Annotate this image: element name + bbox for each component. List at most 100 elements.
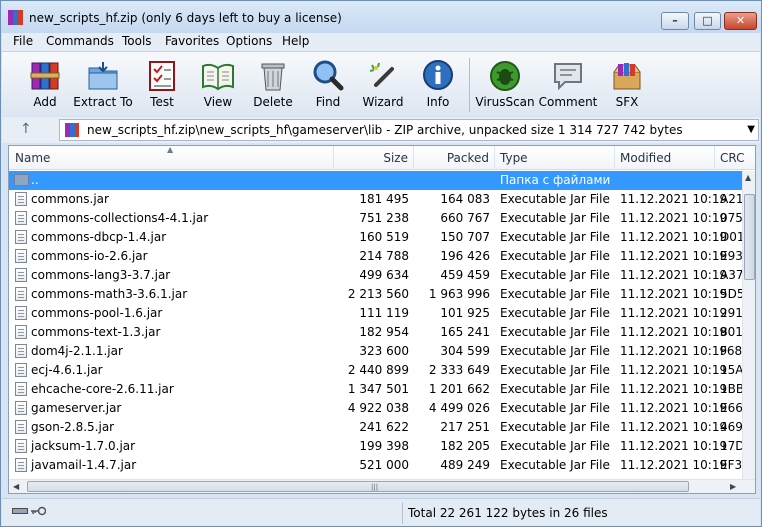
column-modified[interactable]: Modified xyxy=(615,146,715,170)
file-packed: 459 459 xyxy=(440,268,490,282)
column-packed[interactable]: Packed xyxy=(414,146,495,170)
table-row[interactable]: commons.jar 181 495 164 083 Executable Jar … xyxy=(9,190,743,209)
up-arrow-icon[interactable]: ↑ xyxy=(20,121,32,137)
table-row[interactable]: jacksum-1.7.0.jar 199 398 182 205 Executabl… xyxy=(9,437,745,456)
window-title: new_scripts_hf.zip (only 6 days left to … xyxy=(29,11,342,25)
maximize-icon: □ xyxy=(702,14,713,27)
file-type: Папка с файлами xyxy=(500,173,611,187)
file-name: dom4j-2.1.1.jar xyxy=(31,344,123,358)
table-row[interactable]: commons-collections4-4.1.jar 751 238 660 7… xyxy=(9,209,751,228)
list-header: Name ▲ Size Packed Type Modified CRC xyxy=(9,146,755,170)
close-button[interactable]: ✕ xyxy=(724,12,757,30)
table-row[interactable]: commons-text-1.3.jar 182 954 165 241 Execut… xyxy=(9,323,746,342)
table-row[interactable]: commons-io-2.6.jar 214 788 196 426 Executab… xyxy=(9,247,746,266)
menu-file[interactable]: File xyxy=(13,34,33,48)
path-text: new_scripts_hf.zip\new_scripts_hf\gamese… xyxy=(87,123,683,137)
file-name: commons-lang3-3.7.jar xyxy=(31,268,171,282)
jar-file-icon xyxy=(15,363,27,377)
file-modified: 11.12.2021 10:19 xyxy=(620,401,728,415)
column-name[interactable]: Name ▲ xyxy=(9,146,334,170)
vertical-scroll-thumb[interactable] xyxy=(744,194,755,280)
sfx-box-icon xyxy=(613,63,641,90)
file-type: Executable Jar File xyxy=(500,192,610,206)
scroll-left-icon[interactable]: ◀ xyxy=(13,482,19,491)
table-row[interactable]: commons-pool-1.6.jar 111 119 101 925 Execut… xyxy=(9,304,751,323)
file-modified: 11.12.2021 10:19 xyxy=(620,230,728,244)
file-size: 4 922 038 xyxy=(347,401,409,415)
table-row[interactable]: ehcache-core-2.6.11.jar 1 347 501 1 201 66… xyxy=(9,380,744,399)
toolbar: Add Extract To Test View Delete Find Wiz… xyxy=(2,51,760,116)
table-row[interactable]: ecj-4.6.1.jar 2 440 899 2 333 649 Executabl… xyxy=(9,361,744,380)
maximize-button[interactable]: □ xyxy=(694,12,721,30)
file-name: commons-io-2.6.jar xyxy=(31,249,148,263)
column-crc[interactable]: CRC xyxy=(715,146,755,170)
file-list: Name ▲ Size Packed Type Modified CRC .. П… xyxy=(8,145,756,494)
virusscan-button[interactable]: VirusScan xyxy=(475,56,535,114)
horizontal-scrollbar[interactable]: ◀ ||| ▶ xyxy=(9,479,755,493)
checklist-icon xyxy=(149,61,175,91)
table-row[interactable]: commons-math3-3.6.1.jar 2 213 560 1 963 99… xyxy=(9,285,745,304)
column-type[interactable]: Type xyxy=(495,146,615,170)
file-modified: 11.12.2021 10:19 xyxy=(620,382,728,396)
table-row[interactable]: commons-lang3-3.7.jar 499 634 459 459 Execu… xyxy=(9,266,743,285)
sort-ascending-icon: ▲ xyxy=(167,145,174,154)
path-field[interactable]: new_scripts_hf.zip\new_scripts_hf\gamese… xyxy=(59,119,759,141)
file-size: 521 000 xyxy=(359,458,409,472)
info-button[interactable]: Info xyxy=(409,56,467,114)
title-bar[interactable]: new_scripts_hf.zip (only 6 days left to … xyxy=(1,1,761,33)
scroll-up-icon[interactable]: ▲ xyxy=(745,173,751,182)
jar-file-icon xyxy=(15,401,27,415)
add-button[interactable]: Add xyxy=(16,56,74,114)
file-size: 181 495 xyxy=(359,192,409,206)
file-name: jacksum-1.7.0.jar xyxy=(31,439,136,453)
menu-commands[interactable]: Commands xyxy=(46,34,114,48)
jar-file-icon xyxy=(15,192,27,206)
trash-can-icon xyxy=(261,63,285,91)
file-name: commons-dbcp-1.4.jar xyxy=(31,230,167,244)
file-modified: 11.12.2021 10:19 xyxy=(620,192,728,206)
file-packed: 489 249 xyxy=(440,458,490,472)
parent-folder-row[interactable]: .. Папка с файлами xyxy=(9,171,742,190)
column-size[interactable]: Size xyxy=(334,146,414,170)
file-name: .. xyxy=(31,173,39,187)
jar-file-icon xyxy=(15,325,27,339)
file-size: 1 347 501 xyxy=(347,382,409,396)
sfx-label: SFX xyxy=(615,95,639,109)
info-icon xyxy=(423,60,453,90)
file-packed: 1 963 996 xyxy=(428,287,490,301)
file-crc: 15A xyxy=(720,363,744,377)
table-row[interactable]: gson-2.8.5.jar 241 622 217 251 Executable J… xyxy=(9,418,751,437)
horizontal-scroll-thumb[interactable]: ||| xyxy=(27,481,689,492)
open-book-icon xyxy=(202,63,234,91)
table-row[interactable]: gameserver.jar 4 922 038 4 499 026 Executab… xyxy=(9,399,751,418)
file-type: Executable Jar File xyxy=(500,268,610,282)
file-modified: 11.12.2021 10:19 xyxy=(620,287,728,301)
table-row[interactable]: javamail-1.4.7.jar 521 000 489 249 Executab… xyxy=(9,456,750,475)
scroll-right-icon[interactable]: ▶ xyxy=(730,482,736,491)
file-modified: 11.12.2021 10:19 xyxy=(620,211,728,225)
sfx-button[interactable]: SFX xyxy=(598,56,656,114)
table-row[interactable]: dom4j-2.1.1.jar 323 600 304 599 Executable … xyxy=(9,342,750,361)
file-name: commons-math3-3.6.1.jar xyxy=(31,287,188,301)
file-type: Executable Jar File xyxy=(500,382,610,396)
file-modified: 11.12.2021 10:19 xyxy=(620,420,728,434)
menu-help[interactable]: Help xyxy=(282,34,309,48)
file-modified: 11.12.2021 10:19 xyxy=(620,363,728,377)
file-name: commons-text-1.3.jar xyxy=(31,325,161,339)
minimize-icon: – xyxy=(672,14,678,27)
menu-favorites[interactable]: Favorites xyxy=(165,34,219,48)
magic-wand-icon xyxy=(369,62,394,87)
table-row[interactable]: commons-dbcp-1.4.jar 160 519 150 707 Execut… xyxy=(9,228,745,247)
file-size: 214 788 xyxy=(359,249,409,263)
extract-to-button[interactable]: Extract To xyxy=(73,56,133,114)
menu-tools[interactable]: Tools xyxy=(122,34,152,48)
menu-options[interactable]: Options xyxy=(226,34,272,48)
vertical-scrollbar[interactable]: ▲ xyxy=(742,171,755,480)
comment-button[interactable]: Comment xyxy=(539,56,597,114)
file-packed: 165 241 xyxy=(440,325,490,339)
file-modified: 11.12.2021 10:19 xyxy=(620,249,728,263)
file-modified: 11.12.2021 10:19 xyxy=(620,325,728,339)
chevron-down-icon[interactable]: ▼ xyxy=(747,124,755,135)
minimize-button[interactable]: – xyxy=(661,12,689,30)
address-bar: ↑ new_scripts_hf.zip\new_scripts_hf\game… xyxy=(2,117,760,143)
